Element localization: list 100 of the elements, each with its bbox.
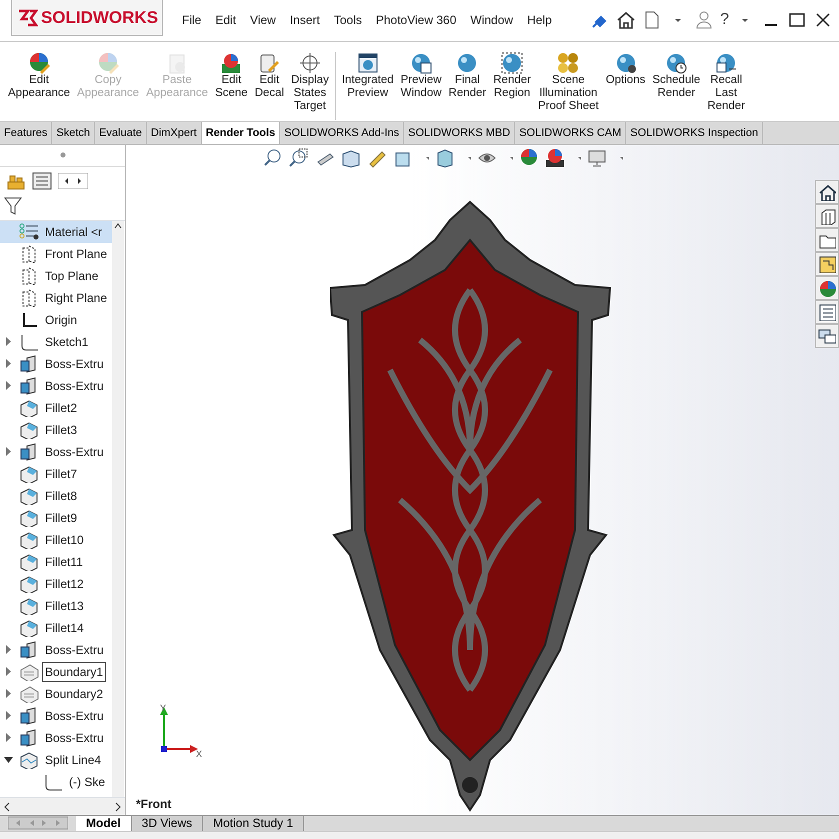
tree-item[interactable]: Fillet8 — [0, 484, 112, 507]
palette-sphere-icon[interactable] — [518, 148, 538, 168]
ribbon-button[interactable]: Render Region — [491, 52, 533, 113]
collapsed-arrow-icon[interactable] — [4, 667, 13, 676]
menu-item[interactable]: View — [243, 11, 283, 29]
tree-item[interactable]: Right Plane — [0, 286, 112, 309]
expanded-arrow-icon[interactable] — [4, 755, 13, 764]
boundary-icon — [19, 662, 39, 681]
ribbon-button[interactable]: Edit Decal — [252, 52, 286, 113]
menu-item[interactable]: Edit — [208, 11, 244, 29]
tree-item[interactable]: Fillet11 — [0, 550, 112, 573]
menu-item[interactable]: Window — [463, 11, 520, 29]
ribbon-button[interactable]: Recall Last Render — [705, 52, 748, 113]
ribbon-button[interactable]: Options — [604, 52, 648, 113]
tree-item[interactable]: Boss-Extru — [0, 352, 112, 375]
tree-item[interactable]: Fillet12 — [0, 572, 112, 595]
collapsed-arrow-icon[interactable] — [4, 645, 13, 654]
tree-item[interactable]: Fillet13 — [0, 594, 112, 617]
zoom-fit-icon[interactable] — [262, 148, 282, 168]
menu-item[interactable]: Help — [520, 11, 559, 29]
command-tab[interactable]: Render Tools — [202, 122, 280, 144]
ribbon-button[interactable]: Edit Scene — [213, 52, 250, 113]
tree-item[interactable]: Material <r — [0, 220, 112, 243]
split-line-icon — [19, 750, 39, 769]
zoom-area-icon[interactable] — [288, 148, 308, 168]
ribbon-button[interactable]: Display States Target — [289, 52, 331, 113]
list-icon[interactable] — [818, 302, 836, 321]
ribbon-button[interactable]: Schedule Render — [650, 52, 702, 113]
user-icon[interactable] — [694, 10, 714, 30]
collapsed-arrow-icon[interactable] — [4, 733, 13, 742]
ribbon-button[interactable]: Scene Illumination Proof Sheet — [536, 52, 601, 113]
tree-item[interactable]: (-) Ske — [0, 770, 112, 793]
collapsed-arrow-icon[interactable] — [4, 381, 13, 390]
tree-item[interactable]: Fillet2 — [0, 396, 112, 419]
tree-item[interactable]: Fillet7 — [0, 462, 112, 485]
collapsed-arrow-icon[interactable] — [4, 689, 13, 698]
tree-item[interactable]: Fillet10 — [0, 528, 112, 551]
menu-item[interactable]: PhotoView 360 — [368, 11, 464, 29]
fillet-icon — [19, 486, 39, 505]
tree-item[interactable]: Boss-Extru — [0, 638, 112, 661]
menu-item[interactable]: Insert — [282, 11, 327, 29]
tree-item[interactable]: Boundary1 — [0, 660, 112, 683]
tree-item-label: Fillet11 — [44, 554, 84, 571]
logo-text: SOLIDWORKS — [40, 6, 158, 29]
tree-item[interactable]: Fillet3 — [0, 418, 112, 441]
tree-item[interactable]: Sketch1 — [0, 330, 112, 353]
decal-pencil-icon — [258, 52, 280, 74]
tree-item-label: Front Plane — [44, 246, 108, 263]
fillet-icon — [19, 530, 39, 549]
help-button[interactable]: ? — [720, 10, 729, 30]
tree-item-label: Boundary1 — [42, 662, 106, 682]
home-icon[interactable] — [818, 182, 836, 201]
ribbon-button[interactable]: Edit Appearance — [6, 52, 72, 113]
menu-item[interactable]: Tools — [326, 11, 369, 29]
tree-item-label: Fillet10 — [44, 532, 85, 549]
sphere-gear-icon — [614, 52, 637, 74]
monitor-icon[interactable] — [586, 148, 606, 168]
tree-item[interactable]: Top Plane — [0, 264, 112, 287]
four-spheres-icon — [557, 52, 580, 74]
tree-item-label: Boss-Extru — [44, 444, 105, 461]
tree-item[interactable]: Fillet9 — [0, 506, 112, 529]
tree-item-label: Fillet8 — [44, 488, 78, 505]
scene-sphere-icon[interactable] — [544, 148, 564, 168]
list-icon[interactable] — [32, 172, 52, 190]
scene-sphere-icon — [220, 52, 242, 74]
color-sphere-icon[interactable] — [818, 278, 836, 297]
tree-item-label: Right Plane — [44, 290, 108, 307]
tree-item[interactable]: Boss-Extru — [0, 726, 112, 749]
tree-item[interactable]: Fillet14 — [0, 616, 112, 639]
collapsed-arrow-icon[interactable] — [4, 337, 13, 346]
menu-item[interactable]: File — [175, 11, 208, 29]
tree-item[interactable]: Boss-Extru — [0, 440, 112, 463]
tree-item[interactable]: Boss-Extru — [0, 374, 112, 397]
tree-item-label: Boss-Extru — [44, 378, 105, 395]
tree-item[interactable]: Front Plane — [0, 242, 112, 265]
home-icon[interactable] — [616, 10, 636, 30]
scroll-arrows-icon[interactable] — [58, 172, 88, 189]
ribbon-button[interactable]: Final Render — [446, 52, 488, 113]
tree-item[interactable]: Origin — [0, 308, 112, 331]
tree-item[interactable]: Boss-Extru — [0, 704, 112, 727]
ribbon-button[interactable]: Preview Window — [398, 52, 444, 113]
grip-icon[interactable] — [60, 152, 66, 158]
ribbon-button[interactable]: Integrated Preview — [340, 52, 396, 113]
scroll-right-icon[interactable] — [114, 802, 122, 812]
bottom-tab[interactable]: Motion Study 1 — [203, 816, 304, 832]
material-icon — [19, 222, 39, 241]
tree-item[interactable]: Split Line4 — [0, 748, 112, 771]
tree-item-label: Fillet14 — [44, 620, 85, 637]
scroll-up-icon[interactable] — [113, 220, 123, 231]
scroll-left-icon[interactable] — [3, 802, 11, 812]
horizontal-scroll-bar[interactable] — [0, 797, 125, 816]
collapsed-arrow-icon[interactable] — [4, 447, 13, 456]
sketch-icon — [19, 332, 39, 351]
bottom-tab[interactable]: 3D Views — [132, 816, 204, 832]
chat-icon[interactable] — [818, 326, 836, 345]
collapsed-arrow-icon[interactable] — [4, 359, 13, 368]
filter-icon[interactable] — [3, 194, 23, 217]
tree-item[interactable]: Boundary2 — [0, 682, 112, 705]
collapsed-arrow-icon[interactable] — [4, 711, 13, 720]
bottom-tab[interactable]: Model — [76, 816, 132, 832]
